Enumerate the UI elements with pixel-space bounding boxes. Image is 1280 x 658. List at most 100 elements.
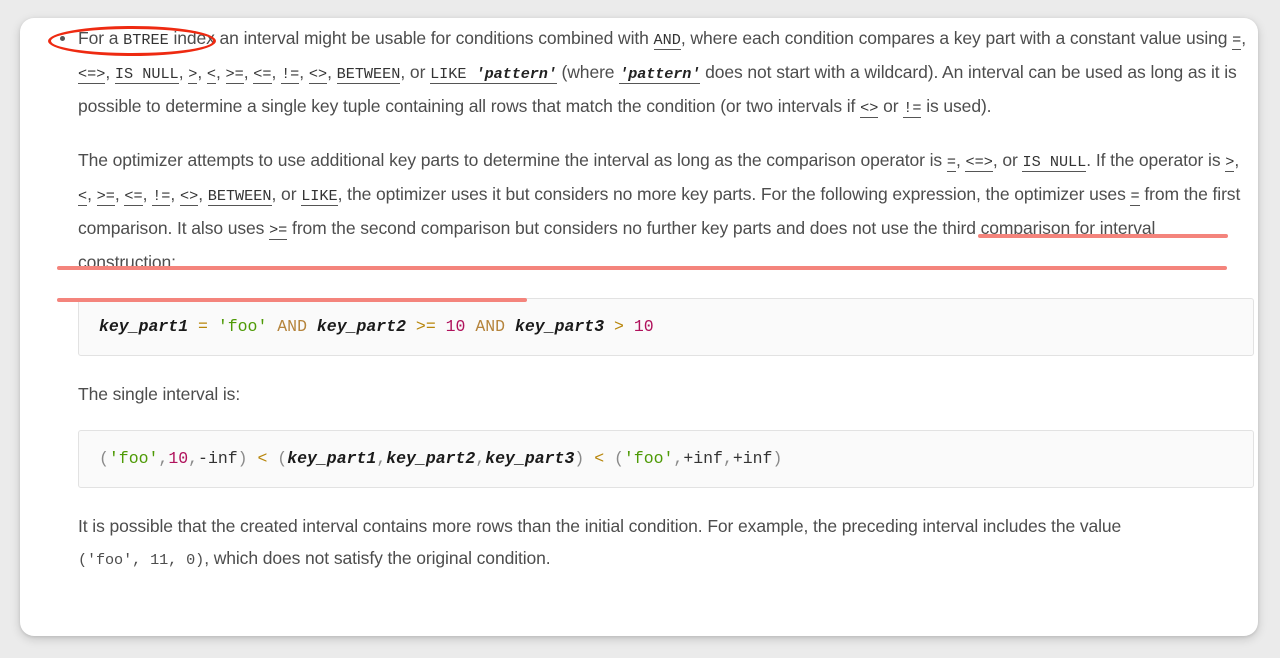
inline-code-not-equal-angle[interactable]: <> bbox=[308, 65, 328, 84]
text-fragment: , the optimizer uses it but considers no… bbox=[337, 184, 1131, 204]
code-token: key_part1 bbox=[287, 449, 377, 468]
text-fragment: , where each condition compares a key pa… bbox=[680, 28, 1233, 48]
inline-code-is-null[interactable]: IS NULL bbox=[114, 65, 179, 84]
inline-code-greater-than[interactable]: > bbox=[188, 65, 198, 84]
paragraph-single-interval-intro: The single interval is: bbox=[78, 384, 241, 404]
inline-code-null-safe-equal[interactable]: <=> bbox=[78, 65, 106, 84]
code-token: < bbox=[257, 449, 268, 468]
text-sep: , bbox=[243, 62, 254, 82]
inline-code-pattern-2: 'pattern' bbox=[619, 65, 701, 84]
code-token: key_part3 bbox=[485, 449, 575, 468]
list-item: For a BTREE index an interval might be u… bbox=[60, 22, 1254, 576]
inline-code-less-than[interactable]: < bbox=[206, 65, 216, 84]
inline-code-not-equal-bang[interactable]: != bbox=[152, 187, 171, 206]
inline-code-less-than[interactable]: < bbox=[78, 187, 88, 206]
code-block-expression: key_part1 = 'foo' AND key_part2 >= 10 AN… bbox=[78, 298, 1254, 356]
text-sep: , bbox=[216, 62, 226, 82]
code-token: > bbox=[614, 317, 624, 336]
text-sep: , bbox=[197, 62, 207, 82]
inline-code-greater-than[interactable]: > bbox=[1225, 153, 1235, 172]
inline-code-equal[interactable]: = bbox=[1232, 31, 1242, 50]
code-content-interval: ('foo',10,-inf) < (key_part1,key_part2,k… bbox=[99, 447, 1233, 471]
code-token: 10 bbox=[633, 317, 654, 336]
code-token: +inf bbox=[683, 449, 723, 468]
inline-code-and[interactable]: AND bbox=[653, 31, 681, 50]
inline-code-not-equal-angle-2[interactable]: <> bbox=[860, 99, 879, 118]
code-token: AND bbox=[475, 317, 506, 336]
inline-code-btree: BTREE bbox=[123, 31, 169, 49]
inline-code-not-equal-bang-2[interactable]: != bbox=[903, 99, 922, 118]
code-token: ( bbox=[99, 449, 109, 468]
inline-code-less-equal[interactable]: <= bbox=[253, 65, 272, 84]
code-token: ( bbox=[277, 449, 288, 468]
inline-code-is-null[interactable]: IS NULL bbox=[1022, 153, 1087, 172]
code-token: ) bbox=[772, 449, 783, 468]
text-fragment: (where bbox=[556, 62, 620, 82]
inline-code-greater-equal[interactable]: >= bbox=[225, 65, 244, 84]
code-token: , bbox=[376, 449, 387, 468]
text-sep: , bbox=[105, 62, 115, 82]
inline-code-like[interactable]: LIKE bbox=[301, 187, 338, 206]
code-token: , bbox=[475, 449, 486, 468]
inline-code-pattern[interactable]: 'pattern' bbox=[475, 65, 557, 84]
text-sep: , bbox=[87, 184, 97, 204]
code-token: 'foo' bbox=[623, 449, 674, 468]
paragraph-optimizer-key-parts: The optimizer attempts to use additional… bbox=[78, 144, 1254, 278]
code-token: ) bbox=[574, 449, 585, 468]
text-sep: , bbox=[178, 62, 189, 82]
inline-code-not-equal-bang[interactable]: != bbox=[281, 65, 300, 84]
code-token: , bbox=[158, 449, 169, 468]
code-token: AND bbox=[277, 317, 307, 336]
code-token: , bbox=[722, 449, 733, 468]
code-token: ) bbox=[237, 449, 248, 468]
inline-code-null-safe-equal[interactable]: <=> bbox=[965, 153, 993, 172]
code-token: key_part2 bbox=[386, 449, 476, 468]
text-sep: , bbox=[170, 184, 180, 204]
inline-code-tuple-value: ('foo', 11, 0) bbox=[78, 551, 205, 569]
code-token: key_part2 bbox=[316, 317, 407, 336]
code-token: 10 bbox=[168, 449, 189, 468]
code-token: >= bbox=[415, 317, 436, 336]
text-fragment: . If the operator is bbox=[1086, 150, 1226, 170]
code-block-interval: ('foo',10,-inf) < (key_part1,key_part2,k… bbox=[78, 430, 1254, 488]
text-fragment: is used). bbox=[921, 96, 992, 116]
text-fragment: , or bbox=[400, 62, 431, 82]
code-token: 'foo' bbox=[217, 317, 268, 336]
inline-code-not-equal-angle[interactable]: <> bbox=[179, 187, 199, 206]
inline-code-greater-equal[interactable]: >= bbox=[96, 187, 115, 206]
code-token: -inf bbox=[198, 449, 238, 468]
text-sep: , bbox=[114, 184, 125, 204]
code-token: , bbox=[673, 449, 684, 468]
text-sep: , bbox=[327, 62, 337, 82]
inline-code-between[interactable]: BETWEEN bbox=[207, 187, 272, 206]
inline-code-between[interactable]: BETWEEN bbox=[336, 65, 401, 84]
code-token: 'foo' bbox=[108, 449, 159, 468]
text-sep: , bbox=[271, 62, 282, 82]
text-fragment: , or bbox=[992, 150, 1023, 170]
text-fragment: or bbox=[878, 96, 904, 116]
text-sep: , bbox=[198, 184, 208, 204]
screenshot-root: For a BTREE index an interval might be u… bbox=[0, 0, 1280, 658]
text-sep: , bbox=[299, 62, 309, 82]
code-token: , bbox=[188, 449, 199, 468]
text-sep: , bbox=[142, 184, 153, 204]
text-fragment: It is possible that the created interval… bbox=[78, 516, 1122, 536]
code-content-expression: key_part1 = 'foo' AND key_part2 >= 10 AN… bbox=[99, 315, 1233, 339]
inline-code-like[interactable]: LIKE bbox=[430, 65, 476, 84]
inline-code-equal-2[interactable]: = bbox=[1130, 187, 1140, 206]
inline-code-equal[interactable]: = bbox=[946, 153, 956, 172]
inline-code-less-equal[interactable]: <= bbox=[124, 187, 143, 206]
inline-code-greater-equal-2[interactable]: >= bbox=[269, 221, 288, 240]
code-token: key_part3 bbox=[514, 317, 605, 336]
